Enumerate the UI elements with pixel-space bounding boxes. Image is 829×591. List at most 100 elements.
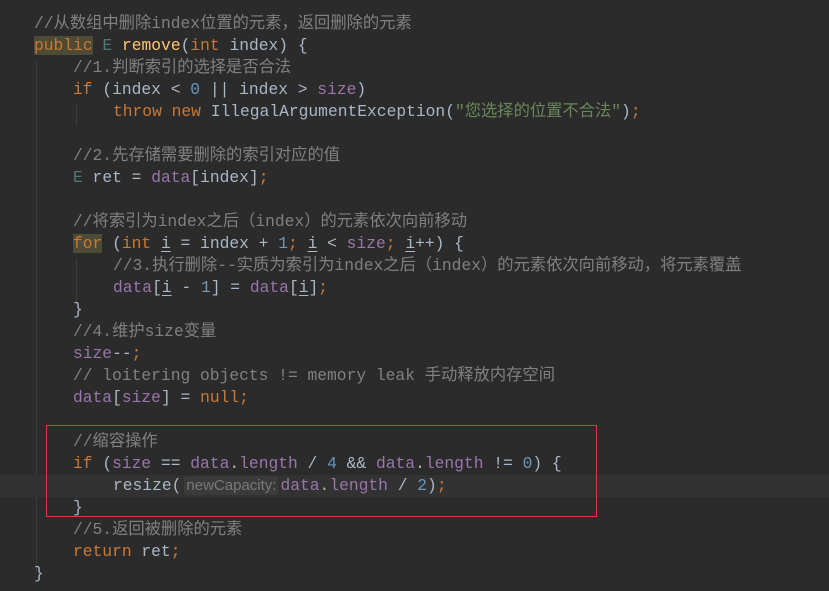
code-line[interactable] xyxy=(0,189,829,211)
code-line-content: if (index < 0 || index > size) xyxy=(73,79,366,101)
code-line-content: //将索引为index之后（index）的元素依次向前移动 xyxy=(73,211,467,233)
code-token: null xyxy=(200,388,240,407)
code-token: size xyxy=(317,80,357,99)
code-token: 1 xyxy=(278,234,288,253)
code-token: data xyxy=(249,278,289,297)
code-token: return xyxy=(73,542,132,561)
code-token: // loitering objects != memory leak 手动释放… xyxy=(73,366,555,385)
code-editor[interactable]: //从数组中删除index位置的元素，返回删除的元素 public E remov… xyxy=(0,0,829,591)
code-line-content: E ret = data[index]; xyxy=(73,167,268,189)
code-line[interactable]: // loitering objects != memory leak 手动释放… xyxy=(0,365,829,387)
code-line[interactable]: //1.判断索引的选择是否合法 xyxy=(0,57,829,79)
code-line[interactable]: //4.维护size变量 xyxy=(0,321,829,343)
code-line[interactable]: //3.执行删除--实质为索引为index之后（index）的元素依次向前移动，… xyxy=(0,255,829,277)
code-token: = index + xyxy=(170,234,279,253)
code-line[interactable]: //2.先存储需要删除的索引对应的值 xyxy=(0,145,829,167)
code-token: //3.执行删除--实质为索引为index之后（index）的元素依次向前移动，… xyxy=(113,256,742,275)
code-token: -- xyxy=(112,344,132,363)
code-line[interactable]: data[size] = null; xyxy=(0,387,829,409)
code-token: } xyxy=(34,564,44,583)
code-line[interactable] xyxy=(0,123,829,145)
code-line[interactable]: size--; xyxy=(0,343,829,365)
code-line-content: data[size] = null; xyxy=(73,387,249,409)
code-line-content: } xyxy=(34,563,44,585)
code-token: //从数组中删除index位置的元素，返回删除的元素 xyxy=(34,14,412,33)
code-token: i xyxy=(298,278,309,297)
code-token: ] = xyxy=(160,388,201,407)
code-line[interactable]: data[i - 1] = data[i]; xyxy=(0,277,829,299)
code-line-content: for (int i = index + 1; i < size; i++) { xyxy=(73,233,464,255)
code-line[interactable]: } xyxy=(0,563,829,585)
code-token: < xyxy=(317,234,347,253)
code-line-content: //4.维护size变量 xyxy=(73,321,216,343)
code-line-content: data[i - 1] = data[i]; xyxy=(113,277,328,299)
code-token: i xyxy=(160,234,171,253)
code-token: ( xyxy=(180,36,191,55)
code-line-content: public E remove(int index) { xyxy=(34,35,308,57)
code-token: ; xyxy=(318,278,329,297)
code-token: ++) { xyxy=(415,234,464,253)
code-token: - xyxy=(171,278,201,297)
code-token: [ xyxy=(112,388,122,407)
code-line[interactable]: return ret; xyxy=(0,541,829,563)
code-token: //5.返回被删除的元素 xyxy=(73,520,243,539)
code-token: //1.判断索引的选择是否合法 xyxy=(73,58,292,77)
code-token: (index < xyxy=(92,80,191,99)
code-token: //4.维护size变量 xyxy=(73,322,217,341)
code-token: index) { xyxy=(219,36,308,55)
code-line[interactable]: for (int i = index + 1; i < size; i++) { xyxy=(0,233,829,255)
code-token: //2.先存储需要删除的索引对应的值 xyxy=(73,146,341,165)
code-line-content: //5.返回被删除的元素 xyxy=(73,519,242,541)
code-token: throw new xyxy=(113,102,201,121)
code-token: [ xyxy=(152,278,162,297)
code-line-content: size--; xyxy=(73,343,141,365)
code-token: data xyxy=(113,278,153,297)
code-token: ; xyxy=(258,168,269,187)
code-token: "您选择的位置不合法" xyxy=(454,102,622,121)
code-line[interactable]: //5.返回被删除的元素 xyxy=(0,519,829,541)
code-token: ] = xyxy=(210,278,250,297)
code-token: data xyxy=(151,168,191,187)
code-token: size xyxy=(73,344,113,363)
code-token: size xyxy=(346,234,386,253)
code-token: //将索引为index之后（index）的元素依次向前移动 xyxy=(73,212,468,231)
code-line-content: //从数组中删除index位置的元素，返回删除的元素 xyxy=(34,13,412,35)
code-line[interactable]: } xyxy=(0,299,829,321)
code-token: ; xyxy=(170,542,181,561)
code-token: public xyxy=(34,36,93,55)
code-token: E xyxy=(102,36,113,55)
code-token: if xyxy=(73,80,93,99)
code-line[interactable]: //从数组中删除index位置的元素，返回删除的元素 xyxy=(0,13,829,35)
code-token: data xyxy=(73,388,113,407)
code-token: [index] xyxy=(190,168,259,187)
code-token: ( xyxy=(102,234,122,253)
code-token: 1 xyxy=(200,278,211,297)
code-line-content: //2.先存储需要删除的索引对应的值 xyxy=(73,145,340,167)
code-token: ; xyxy=(385,234,396,253)
code-line[interactable]: throw new IllegalArgumentException("您选择的… xyxy=(0,101,829,123)
code-line-content: return ret; xyxy=(73,541,181,563)
code-line[interactable]: if (index < 0 || index > size) xyxy=(0,79,829,101)
code-token: E xyxy=(73,168,83,187)
code-line-content: //1.判断索引的选择是否合法 xyxy=(73,57,291,79)
code-line[interactable]: public E remove(int index) { xyxy=(0,35,829,57)
code-token: int xyxy=(190,36,220,55)
code-token: ; xyxy=(630,102,641,121)
code-token: } xyxy=(73,300,83,319)
code-token: ret xyxy=(131,542,171,561)
code-token: size xyxy=(121,388,161,407)
code-line[interactable]: E ret = data[index]; xyxy=(0,167,829,189)
code-token: [ xyxy=(288,278,299,297)
code-token: ; xyxy=(239,388,249,407)
code-line-content: throw new IllegalArgumentException("您选择的… xyxy=(113,101,641,123)
code-token: ret = xyxy=(82,168,152,187)
code-line[interactable]: //将索引为index之后（index）的元素依次向前移动 xyxy=(0,211,829,233)
code-token: ] xyxy=(308,278,319,297)
code-token: || index > xyxy=(200,80,318,99)
code-token: i xyxy=(161,278,172,297)
code-line-content: } xyxy=(73,299,83,321)
code-token: 0 xyxy=(190,80,201,99)
